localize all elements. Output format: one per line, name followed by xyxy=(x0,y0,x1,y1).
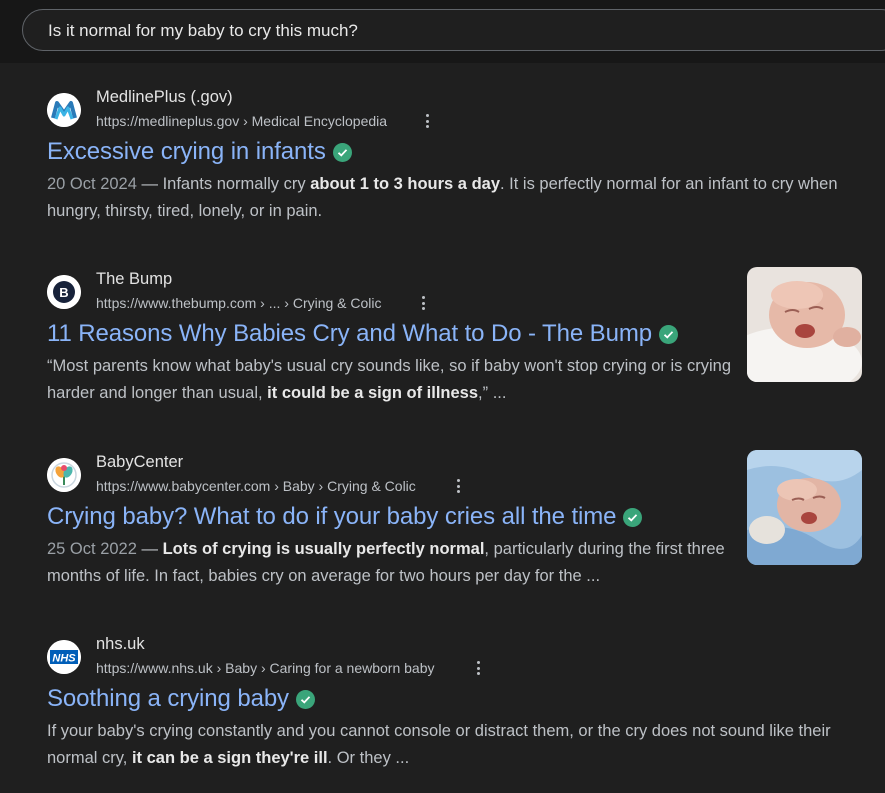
more-options-icon[interactable] xyxy=(471,659,485,677)
nhs-logo-icon: NHS xyxy=(47,640,81,674)
result-source[interactable]: BabyCenter https://www.babycenter.com › … xyxy=(47,453,732,499)
result-thumbnail[interactable] xyxy=(747,267,862,382)
svg-text:B: B xyxy=(59,285,68,300)
snippet-text: Infants normally cry xyxy=(162,175,311,193)
site-url: https://www.nhs.uk › Baby › Caring for a… xyxy=(96,660,435,676)
result-snippet: 25 Oct 2022 — Lots of crying is usually … xyxy=(47,536,732,590)
result-snippet: “Most parents know what baby's usual cry… xyxy=(47,353,732,407)
snippet-highlight: Lots of crying is usually perfectly norm… xyxy=(162,540,485,558)
site-name: MedlinePlus (.gov) xyxy=(96,88,233,106)
snippet-highlight: it could be a sign of illness xyxy=(267,384,479,402)
babycenter-logo-icon xyxy=(47,458,81,492)
verified-check-icon xyxy=(295,689,315,709)
result-snippet: If your baby's crying constantly and you… xyxy=(47,718,847,772)
result-title-link[interactable]: Soothing a crying baby xyxy=(47,685,289,713)
result-title-link[interactable]: Crying baby? What to do if your baby cri… xyxy=(47,503,617,531)
snippet-text: . Or they ... xyxy=(327,749,410,767)
site-name: nhs.uk xyxy=(96,635,145,653)
search-input[interactable]: Is it normal for my baby to cry this muc… xyxy=(22,9,885,51)
site-name: BabyCenter xyxy=(96,453,184,471)
result-date: 20 Oct 2024 xyxy=(47,175,137,193)
verified-check-icon xyxy=(658,324,678,344)
more-options-icon[interactable] xyxy=(420,112,434,130)
search-result: NHS nhs.uk https://www.nhs.uk › Baby › C… xyxy=(47,635,847,772)
result-source[interactable]: B The Bump https://www.thebump.com › ...… xyxy=(47,270,732,316)
search-query-text[interactable]: Is it normal for my baby to cry this muc… xyxy=(48,21,358,41)
result-source[interactable]: NHS nhs.uk https://www.nhs.uk › Baby › C… xyxy=(47,635,847,681)
result-date: 25 Oct 2022 xyxy=(47,540,137,558)
verified-check-icon xyxy=(623,507,643,527)
date-separator: — xyxy=(136,540,163,558)
more-options-icon[interactable] xyxy=(416,294,430,312)
site-url: https://www.babycenter.com › Baby › Cryi… xyxy=(96,478,416,494)
thebump-logo-icon: B xyxy=(47,275,81,309)
search-header: Is it normal for my baby to cry this muc… xyxy=(0,0,885,63)
result-snippet: 20 Oct 2024 — Infants normally cry about… xyxy=(47,171,847,225)
date-separator: — xyxy=(136,175,163,193)
site-name: The Bump xyxy=(96,270,173,288)
search-result: B The Bump https://www.thebump.com › ...… xyxy=(47,270,732,407)
site-url: https://www.thebump.com › ... › Crying &… xyxy=(96,295,382,311)
result-source[interactable]: MedlinePlus (.gov) https://medlineplus.g… xyxy=(47,88,847,134)
snippet-highlight: it can be a sign they're ill xyxy=(131,749,328,767)
site-url: https://medlineplus.gov › Medical Encycl… xyxy=(96,113,388,129)
result-title-link[interactable]: Excessive crying in infants xyxy=(47,138,326,166)
snippet-text: ,” ... xyxy=(478,384,507,402)
verified-check-icon xyxy=(332,142,352,162)
search-result: BabyCenter https://www.babycenter.com › … xyxy=(47,453,732,590)
nhs-logo-text: NHS xyxy=(52,653,76,665)
result-title-link[interactable]: 11 Reasons Why Babies Cry and What to Do… xyxy=(47,320,652,348)
result-thumbnail[interactable] xyxy=(747,450,862,565)
more-options-icon[interactable] xyxy=(451,477,465,495)
medlineplus-logo-icon xyxy=(47,93,81,127)
snippet-highlight: about 1 to 3 hours a day xyxy=(310,175,501,193)
search-result: MedlinePlus (.gov) https://medlineplus.g… xyxy=(47,88,847,225)
